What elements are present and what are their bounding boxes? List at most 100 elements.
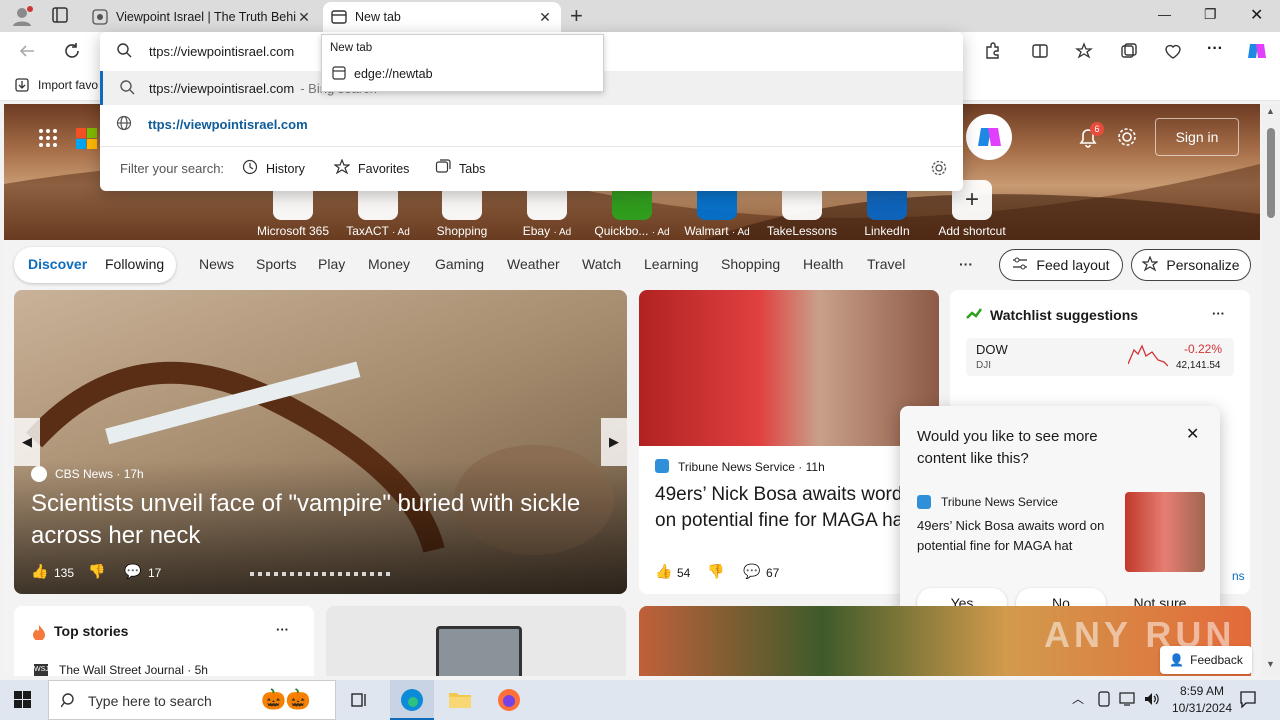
personalize-icon — [1141, 254, 1160, 275]
tab-viewpoint-israel[interactable]: Viewpoint Israel | The Truth Behin ✕ — [84, 2, 320, 32]
copilot-icon[interactable] — [1246, 40, 1268, 62]
page-scrollbar[interactable]: ▲ ▼ — [1262, 104, 1280, 676]
source-logo-icon — [31, 466, 47, 482]
like-count: 135 — [54, 566, 75, 580]
page-settings-icon[interactable] — [1116, 126, 1138, 151]
tab-close-icon[interactable]: ✕ — [537, 9, 553, 26]
tab-actions-icon[interactable] — [52, 7, 68, 23]
clock-date[interactable]: 10/31/2024 — [1166, 701, 1238, 715]
product-ad-card[interactable] — [326, 606, 626, 676]
file-explorer-icon[interactable] — [448, 690, 472, 713]
nav-watch[interactable]: Watch — [582, 256, 621, 272]
dislike-icon[interactable]: 👎 — [707, 563, 724, 580]
nav-health[interactable]: Health — [803, 256, 843, 272]
taskbar-search-box[interactable]: Type here to search 🎃🎃 — [48, 680, 336, 720]
story-title[interactable]: Scientists unveil face of "vampire" buri… — [31, 488, 611, 552]
nav-money[interactable]: Money — [368, 256, 410, 272]
maximize-button[interactable]: ❐ — [1204, 6, 1217, 23]
dislike-icon[interactable]: 👎 — [88, 563, 105, 580]
story-title[interactable]: 49ers’ Nick Bosa awaits word on potentia… — [655, 482, 925, 534]
filter-favorites[interactable]: Favorites — [333, 158, 409, 178]
clock-time[interactable]: 8:59 AM — [1172, 684, 1232, 698]
nav-play[interactable]: Play — [318, 256, 345, 272]
nav-news[interactable]: News — [199, 256, 234, 272]
popup-thumbnail — [1125, 492, 1205, 572]
like-icon[interactable]: 👍 — [31, 563, 48, 580]
favorites-icon[interactable] — [1075, 42, 1093, 60]
notification-center-icon[interactable] — [1239, 690, 1257, 711]
tab-new-tab[interactable]: New tab ✕ — [323, 2, 561, 32]
back-icon[interactable] — [18, 42, 36, 60]
show-hidden-icons[interactable]: ︿ — [1072, 690, 1084, 707]
sign-in-button[interactable]: Sign in — [1155, 118, 1239, 156]
edge-taskbar-icon[interactable] — [390, 680, 434, 720]
popup-question: Would you like to see more content like … — [917, 428, 1098, 467]
source-logo-icon — [655, 459, 669, 473]
top-stories-more-button[interactable]: ··· — [276, 622, 289, 637]
carousel-prev-button[interactable]: ◀ — [14, 418, 40, 466]
tab-following[interactable]: Following — [105, 256, 164, 272]
feedback-button[interactable]: 👤 Feedback — [1160, 646, 1252, 674]
like-icon[interactable]: 👍 — [655, 563, 672, 580]
tab-title: Viewpoint Israel | The Truth Behin — [116, 10, 296, 24]
windows-start-icon[interactable] — [14, 691, 32, 712]
watchlist-more-button[interactable]: ··· — [1212, 306, 1225, 321]
scroll-down-icon[interactable]: ▼ — [1266, 659, 1275, 669]
personalize-button[interactable]: Personalize — [1131, 249, 1251, 281]
tab-discover[interactable]: Discover — [28, 256, 87, 272]
copilot-icon — [978, 128, 1001, 146]
apps-grid-icon[interactable] — [38, 128, 58, 151]
filter-history[interactable]: History — [242, 159, 305, 178]
popup-close-icon[interactable]: ✕ — [1186, 424, 1199, 444]
collections-icon[interactable] — [1120, 42, 1138, 60]
nav-shopping[interactable]: Shopping — [721, 256, 780, 272]
browser-essentials-icon[interactable] — [1164, 42, 1182, 60]
profile-icon[interactable] — [10, 5, 34, 27]
suggestion-url[interactable]: ttps://viewpointisrael.com — [100, 106, 963, 142]
taskbar: Type here to search 🎃🎃 ︿ 8:59 AM 10/31/2… — [0, 680, 1280, 720]
refresh-icon[interactable] — [63, 42, 81, 60]
stock-row[interactable]: DOW DJI -0.22% 42,141.54 — [966, 338, 1234, 376]
sliders-icon — [1012, 257, 1028, 274]
main-story-card[interactable]: ◀ ▶ CBS News · 17h Scientists unveil fac… — [14, 290, 627, 594]
tab-close-icon[interactable]: ✕ — [296, 9, 312, 26]
firefox-icon[interactable] — [497, 688, 521, 715]
popup-source: Tribune News Service — [941, 495, 1058, 509]
settings-and-more-icon[interactable]: ··· — [1207, 40, 1223, 58]
address-input[interactable]: ttps://viewpointisrael.com — [149, 44, 294, 59]
task-view-icon[interactable] — [351, 691, 369, 712]
search-settings-icon[interactable] — [931, 160, 947, 179]
nav-gaming[interactable]: Gaming — [435, 256, 484, 272]
minimize-button[interactable]: — — [1158, 7, 1171, 22]
scroll-thumb[interactable] — [1267, 128, 1275, 218]
new-tab-button[interactable]: + — [570, 3, 583, 29]
network-icon[interactable] — [1119, 691, 1137, 710]
halloween-pumpkins-icon: 🎃🎃 — [261, 689, 311, 711]
nav-more-button[interactable]: ··· — [959, 256, 973, 272]
comment-icon[interactable]: 💬 — [743, 563, 760, 580]
hover-title: New tab — [330, 42, 373, 54]
filter-tabs[interactable]: Tabs — [435, 159, 485, 178]
watchlist-partial-link[interactable]: ns — [1232, 569, 1245, 583]
nav-weather[interactable]: Weather — [507, 256, 560, 272]
import-favorites-link[interactable]: Import favo — [38, 78, 98, 92]
top-story-source: The Wall Street Journal · 5h — [59, 663, 208, 676]
volume-icon[interactable] — [1143, 691, 1161, 710]
feed-layout-button[interactable]: Feed layout — [999, 249, 1123, 281]
watchlist-title: Watchlist suggestions — [990, 307, 1139, 323]
extensions-icon[interactable] — [983, 42, 1001, 60]
nav-learning[interactable]: Learning — [644, 256, 699, 272]
comment-icon[interactable]: 💬 — [124, 563, 141, 580]
nav-sports[interactable]: Sports — [256, 256, 296, 272]
carousel-next-button[interactable]: ▶ — [601, 418, 627, 466]
nav-travel[interactable]: Travel — [867, 256, 905, 272]
close-window-button[interactable]: ✕ — [1250, 5, 1263, 25]
second-story-card[interactable]: Tribune News Service · 11h 49ers’ Nick B… — [639, 290, 939, 594]
tray-device-icon[interactable] — [1096, 691, 1112, 710]
scroll-up-icon[interactable]: ▲ — [1266, 106, 1275, 116]
split-screen-icon[interactable] — [1031, 42, 1049, 60]
feedback-icon: 👤 — [1169, 653, 1185, 667]
search-icon — [60, 692, 77, 711]
copilot-button[interactable] — [966, 114, 1012, 160]
dropdown-divider — [100, 146, 963, 147]
